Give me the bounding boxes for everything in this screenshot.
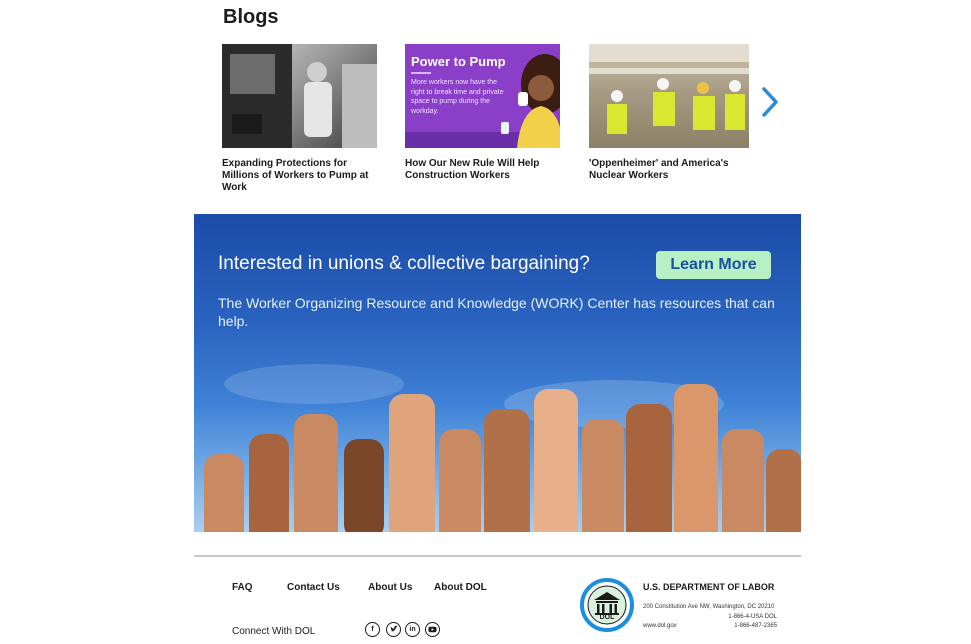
chevron-right-icon[interactable] — [760, 86, 780, 118]
banner-description: The Worker Organizing Resource and Knowl… — [218, 295, 775, 329]
blog-card-construction-rule[interactable]: Power to Pump More workers now have the … — [405, 44, 565, 182]
pump-image-title: Power to Pump — [411, 54, 506, 69]
blog-card-pump-protections[interactable]: Expanding Protections for Millions of Wo… — [222, 44, 382, 194]
dol-website[interactable]: www.dol.gov — [643, 623, 677, 629]
seal-text: DOL — [599, 614, 615, 621]
footer-link-faq[interactable]: FAQ — [232, 582, 253, 593]
dol-seal-logo[interactable] — [580, 578, 634, 632]
learn-more-button[interactable]: Learn More — [656, 251, 771, 279]
work-center-banner: Interested in unions & collective bargai… — [194, 214, 801, 532]
blogs-heading: Blogs — [223, 6, 279, 28]
blog-image-nuclear-workers[interactable] — [589, 44, 749, 148]
footer-link-contact[interactable]: Contact Us — [287, 582, 340, 593]
dol-address: 200 Constitution Ave NW, Washington, DC … — [643, 604, 775, 610]
footer-divider — [194, 555, 801, 557]
nuclear-workers-photo — [589, 44, 749, 134]
blog-caption[interactable]: Expanding Protections for Millions of Wo… — [222, 158, 382, 194]
blog-image-worker-truck[interactable] — [222, 44, 377, 148]
youtube-icon[interactable] — [425, 622, 440, 637]
blog-image-power-to-pump[interactable]: Power to Pump More workers now have the … — [405, 44, 560, 148]
blog-card-oppenheimer[interactable]: 'Oppenheimer' and America's Nuclear Work… — [589, 44, 749, 182]
worker-truck-photo — [222, 44, 377, 148]
banner-heading: Interested in unions & collective bargai… — [218, 253, 590, 274]
pump-image-text: More workers now have the right to break… — [411, 79, 504, 115]
dol-phone-primary[interactable]: 1-866-4-USA DOL — [728, 614, 777, 620]
dol-name: U.S. DEPARTMENT OF LABOR — [643, 582, 775, 592]
footer-link-about-dol[interactable]: About DOL — [434, 582, 487, 593]
footer-link-about-us[interactable]: About Us — [368, 582, 412, 593]
blog-caption[interactable]: 'Oppenheimer' and America's Nuclear Work… — [589, 158, 749, 182]
linkedin-icon[interactable]: in — [405, 622, 420, 637]
blog-caption[interactable]: How Our New Rule Will Help Construction … — [405, 158, 565, 182]
connect-with-dol-label: Connect With DOL — [232, 626, 316, 637]
dol-phone-secondary[interactable]: 1-866-487-2365 — [720, 623, 777, 629]
twitter-icon[interactable] — [386, 622, 401, 637]
facebook-icon[interactable]: f — [365, 622, 380, 637]
